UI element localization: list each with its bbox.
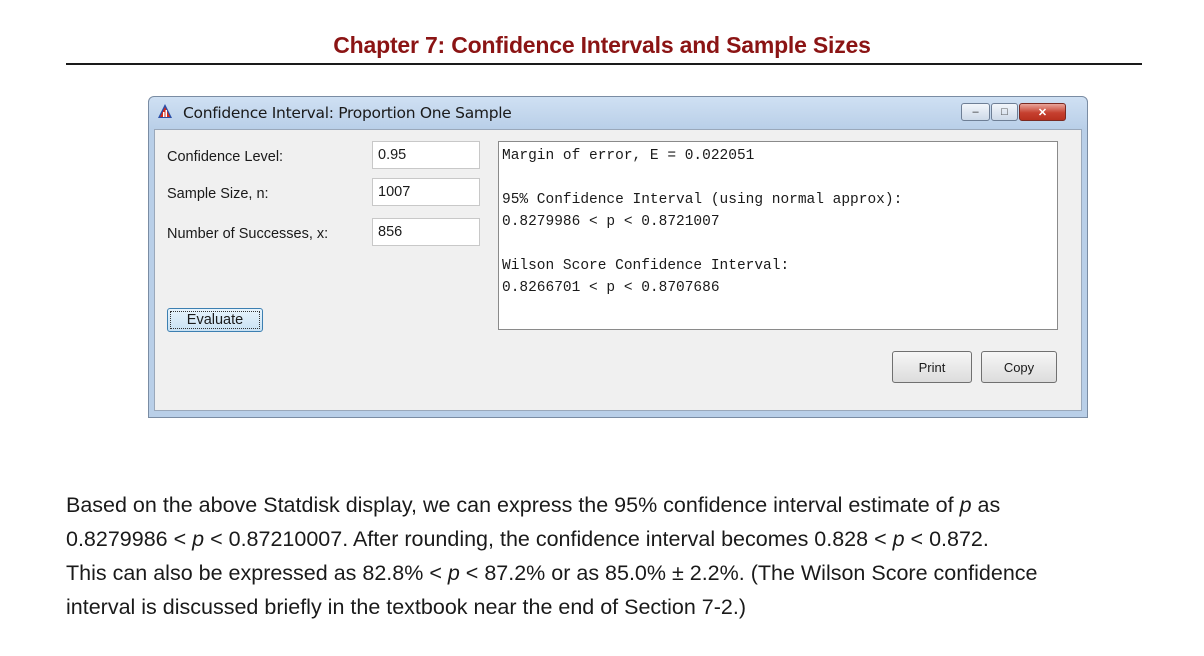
paragraph-line-4: interval is discussed briefly in the tex…: [66, 595, 747, 619]
window-titlebar[interactable]: Confidence Interval: Proportion One Samp…: [149, 97, 1087, 127]
normal-ci-value: 0.8279986 < p < 0.8721007: [502, 214, 720, 230]
sample-size-label: Sample Size, n:: [167, 186, 269, 202]
close-button[interactable]: ✕: [1019, 103, 1066, 121]
sample-size-input[interactable]: 1007: [372, 178, 480, 206]
statdisk-window: Confidence Interval: Proportion One Samp…: [148, 96, 1088, 418]
window-title: Confidence Interval: Proportion One Samp…: [183, 104, 512, 122]
maximize-button[interactable]: □: [991, 103, 1018, 121]
title-rule: [66, 63, 1142, 65]
paragraph-line-1: Based on the above Statdisk display, we …: [66, 493, 1001, 517]
margin-of-error-line: Margin of error, E = 0.022051: [502, 148, 755, 164]
chapter-title: Chapter 7: Confidence Intervals and Samp…: [333, 32, 871, 58]
confidence-level-input[interactable]: 0.95: [372, 141, 480, 169]
statdisk-logo-icon: [158, 104, 172, 118]
print-button[interactable]: Print: [892, 351, 972, 383]
normal-ci-heading: 95% Confidence Interval (using normal ap…: [502, 192, 903, 208]
successes-label: Number of Successes, x:: [167, 226, 329, 242]
minimize-button[interactable]: –: [961, 103, 990, 121]
wilson-ci-value: 0.8266701 < p < 0.8707686: [502, 280, 720, 296]
wilson-ci-heading: Wilson Score Confidence Interval:: [502, 258, 790, 274]
paragraph-line-2: 0.8279986 < p < 0.87210007. After roundi…: [66, 527, 989, 551]
results-output[interactable]: Margin of error, E = 0.022051 95% Confid…: [498, 141, 1058, 330]
confidence-level-label: Confidence Level:: [167, 149, 284, 165]
explanation-paragraph: Based on the above Statdisk display, we …: [66, 488, 1156, 624]
window-client-area: Confidence Level: 0.95 Sample Size, n: 1…: [154, 129, 1082, 411]
paragraph-line-3: This can also be expressed as 82.8% < p …: [66, 561, 1038, 585]
copy-button[interactable]: Copy: [981, 351, 1057, 383]
evaluate-button[interactable]: Evaluate: [167, 308, 263, 332]
successes-input[interactable]: 856: [372, 218, 480, 246]
